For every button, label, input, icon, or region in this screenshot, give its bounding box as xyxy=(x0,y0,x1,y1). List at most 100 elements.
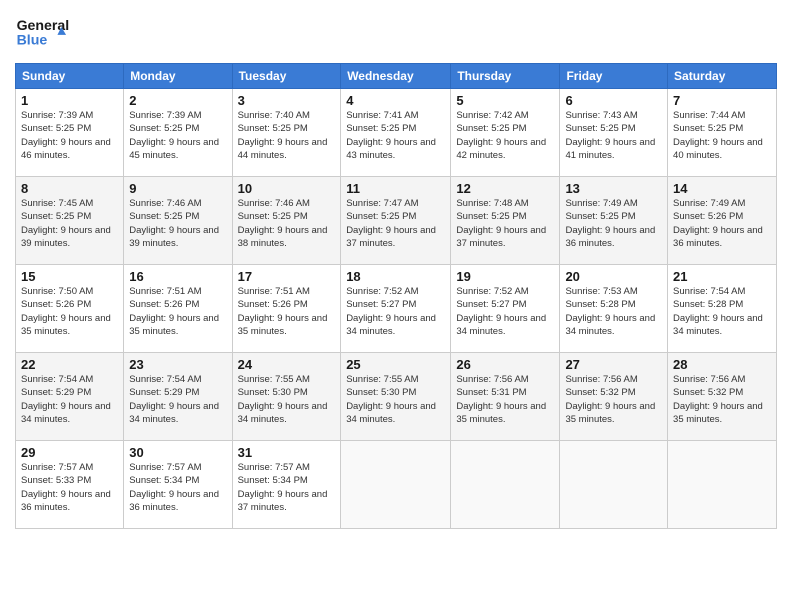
calendar-cell: 29Sunrise: 7:57 AMSunset: 5:33 PMDayligh… xyxy=(16,441,124,529)
day-info: Sunrise: 7:56 AMSunset: 5:32 PMDaylight:… xyxy=(673,373,771,426)
day-number: 14 xyxy=(673,181,771,196)
calendar-cell: 18Sunrise: 7:52 AMSunset: 5:27 PMDayligh… xyxy=(341,265,451,353)
day-info: Sunrise: 7:40 AMSunset: 5:25 PMDaylight:… xyxy=(238,109,336,162)
day-info: Sunrise: 7:54 AMSunset: 5:28 PMDaylight:… xyxy=(673,285,771,338)
day-info: Sunrise: 7:57 AMSunset: 5:33 PMDaylight:… xyxy=(21,461,118,514)
day-number: 20 xyxy=(565,269,662,284)
day-info: Sunrise: 7:50 AMSunset: 5:26 PMDaylight:… xyxy=(21,285,118,338)
calendar-cell: 9Sunrise: 7:46 AMSunset: 5:25 PMDaylight… xyxy=(124,177,232,265)
calendar-cell: 6Sunrise: 7:43 AMSunset: 5:25 PMDaylight… xyxy=(560,89,668,177)
day-number: 3 xyxy=(238,93,336,108)
day-number: 12 xyxy=(456,181,554,196)
day-info: Sunrise: 7:47 AMSunset: 5:25 PMDaylight:… xyxy=(346,197,445,250)
day-number: 19 xyxy=(456,269,554,284)
day-number: 25 xyxy=(346,357,445,372)
calendar-cell xyxy=(341,441,451,529)
day-info: Sunrise: 7:55 AMSunset: 5:30 PMDaylight:… xyxy=(346,373,445,426)
day-number: 30 xyxy=(129,445,226,460)
day-number: 27 xyxy=(565,357,662,372)
calendar-cell: 3Sunrise: 7:40 AMSunset: 5:25 PMDaylight… xyxy=(232,89,341,177)
day-info: Sunrise: 7:46 AMSunset: 5:25 PMDaylight:… xyxy=(129,197,226,250)
day-info: Sunrise: 7:57 AMSunset: 5:34 PMDaylight:… xyxy=(238,461,336,514)
calendar-cell: 14Sunrise: 7:49 AMSunset: 5:26 PMDayligh… xyxy=(668,177,777,265)
calendar-cell: 30Sunrise: 7:57 AMSunset: 5:34 PMDayligh… xyxy=(124,441,232,529)
calendar-cell: 13Sunrise: 7:49 AMSunset: 5:25 PMDayligh… xyxy=(560,177,668,265)
weekday-header-tuesday: Tuesday xyxy=(232,64,341,89)
day-info: Sunrise: 7:45 AMSunset: 5:25 PMDaylight:… xyxy=(21,197,118,250)
weekday-header-wednesday: Wednesday xyxy=(341,64,451,89)
logo-svg: General Blue xyxy=(15,10,70,55)
day-number: 2 xyxy=(129,93,226,108)
day-info: Sunrise: 7:41 AMSunset: 5:25 PMDaylight:… xyxy=(346,109,445,162)
calendar-week-1: 1 Sunrise: 7:39 AMSunset: 5:25 PMDaylight… xyxy=(16,89,777,177)
day-info: Sunrise: 7:43 AMSunset: 5:25 PMDaylight:… xyxy=(565,109,662,162)
calendar-cell: 1Sunrise: 7:39 AMSunset: 5:25 PMDaylight… xyxy=(16,89,124,177)
day-info: Sunrise: 7:39 AMSunset: 5:25 PMDaylight:… xyxy=(129,109,226,162)
calendar-cell: 2Sunrise: 7:39 AMSunset: 5:25 PMDaylight… xyxy=(124,89,232,177)
logo: General Blue xyxy=(15,10,70,55)
calendar-cell: 27Sunrise: 7:56 AMSunset: 5:32 PMDayligh… xyxy=(560,353,668,441)
calendar: SundayMondayTuesdayWednesdayThursdayFrid… xyxy=(15,63,777,529)
day-number: 24 xyxy=(238,357,336,372)
day-info: Sunrise: 7:55 AMSunset: 5:30 PMDaylight:… xyxy=(238,373,336,426)
calendar-cell: 16Sunrise: 7:51 AMSunset: 5:26 PMDayligh… xyxy=(124,265,232,353)
day-number: 11 xyxy=(346,181,445,196)
day-number: 8 xyxy=(21,181,118,196)
day-info: Sunrise: 7:49 AMSunset: 5:26 PMDaylight:… xyxy=(673,197,771,250)
day-info: Sunrise: 7:49 AMSunset: 5:25 PMDaylight:… xyxy=(565,197,662,250)
calendar-cell: 7Sunrise: 7:44 AMSunset: 5:25 PMDaylight… xyxy=(668,89,777,177)
weekday-header-thursday: Thursday xyxy=(451,64,560,89)
day-number: 18 xyxy=(346,269,445,284)
day-info: Sunrise: 7:53 AMSunset: 5:28 PMDaylight:… xyxy=(565,285,662,338)
day-number: 31 xyxy=(238,445,336,460)
day-info: Sunrise: 7:44 AMSunset: 5:25 PMDaylight:… xyxy=(673,109,771,162)
weekday-header-row: SundayMondayTuesdayWednesdayThursdayFrid… xyxy=(16,64,777,89)
calendar-cell: 12Sunrise: 7:48 AMSunset: 5:25 PMDayligh… xyxy=(451,177,560,265)
day-number: 13 xyxy=(565,181,662,196)
day-info: Sunrise: 7:56 AMSunset: 5:31 PMDaylight:… xyxy=(456,373,554,426)
day-number: 26 xyxy=(456,357,554,372)
calendar-cell: 25Sunrise: 7:55 AMSunset: 5:30 PMDayligh… xyxy=(341,353,451,441)
calendar-week-3: 15Sunrise: 7:50 AMSunset: 5:26 PMDayligh… xyxy=(16,265,777,353)
calendar-cell: 11Sunrise: 7:47 AMSunset: 5:25 PMDayligh… xyxy=(341,177,451,265)
page: General Blue SundayMondayTuesdayWednesda… xyxy=(0,0,792,612)
calendar-cell: 24Sunrise: 7:55 AMSunset: 5:30 PMDayligh… xyxy=(232,353,341,441)
day-number: 15 xyxy=(21,269,118,284)
day-number: 17 xyxy=(238,269,336,284)
calendar-cell: 26Sunrise: 7:56 AMSunset: 5:31 PMDayligh… xyxy=(451,353,560,441)
day-info: Sunrise: 7:54 AMSunset: 5:29 PMDaylight:… xyxy=(21,373,118,426)
day-info: Sunrise: 7:46 AMSunset: 5:25 PMDaylight:… xyxy=(238,197,336,250)
day-info: Sunrise: 7:56 AMSunset: 5:32 PMDaylight:… xyxy=(565,373,662,426)
calendar-header: SundayMondayTuesdayWednesdayThursdayFrid… xyxy=(16,64,777,89)
weekday-header-friday: Friday xyxy=(560,64,668,89)
day-info: Sunrise: 7:51 AMSunset: 5:26 PMDaylight:… xyxy=(238,285,336,338)
day-number: 23 xyxy=(129,357,226,372)
day-info: Sunrise: 7:51 AMSunset: 5:26 PMDaylight:… xyxy=(129,285,226,338)
calendar-cell: 17Sunrise: 7:51 AMSunset: 5:26 PMDayligh… xyxy=(232,265,341,353)
day-number: 1 xyxy=(21,93,118,108)
svg-text:Blue: Blue xyxy=(17,31,48,47)
calendar-cell: 4Sunrise: 7:41 AMSunset: 5:25 PMDaylight… xyxy=(341,89,451,177)
day-info: Sunrise: 7:42 AMSunset: 5:25 PMDaylight:… xyxy=(456,109,554,162)
day-number: 4 xyxy=(346,93,445,108)
calendar-cell: 23Sunrise: 7:54 AMSunset: 5:29 PMDayligh… xyxy=(124,353,232,441)
calendar-cell: 22Sunrise: 7:54 AMSunset: 5:29 PMDayligh… xyxy=(16,353,124,441)
day-number: 10 xyxy=(238,181,336,196)
calendar-body: 1 Sunrise: 7:39 AMSunset: 5:25 PMDaylight… xyxy=(16,89,777,529)
calendar-cell xyxy=(668,441,777,529)
calendar-cell: 20Sunrise: 7:53 AMSunset: 5:28 PMDayligh… xyxy=(560,265,668,353)
day-number: 6 xyxy=(565,93,662,108)
day-info: Sunrise: 7:48 AMSunset: 5:25 PMDaylight:… xyxy=(456,197,554,250)
day-number: 21 xyxy=(673,269,771,284)
calendar-cell: 28Sunrise: 7:56 AMSunset: 5:32 PMDayligh… xyxy=(668,353,777,441)
calendar-cell: 21Sunrise: 7:54 AMSunset: 5:28 PMDayligh… xyxy=(668,265,777,353)
header: General Blue xyxy=(15,10,777,55)
day-number: 22 xyxy=(21,357,118,372)
calendar-cell: 19Sunrise: 7:52 AMSunset: 5:27 PMDayligh… xyxy=(451,265,560,353)
day-info: Sunrise: 7:52 AMSunset: 5:27 PMDaylight:… xyxy=(456,285,554,338)
calendar-cell xyxy=(451,441,560,529)
calendar-cell xyxy=(560,441,668,529)
day-info: Sunrise: 7:57 AMSunset: 5:34 PMDaylight:… xyxy=(129,461,226,514)
weekday-header-sunday: Sunday xyxy=(16,64,124,89)
day-number: 7 xyxy=(673,93,771,108)
